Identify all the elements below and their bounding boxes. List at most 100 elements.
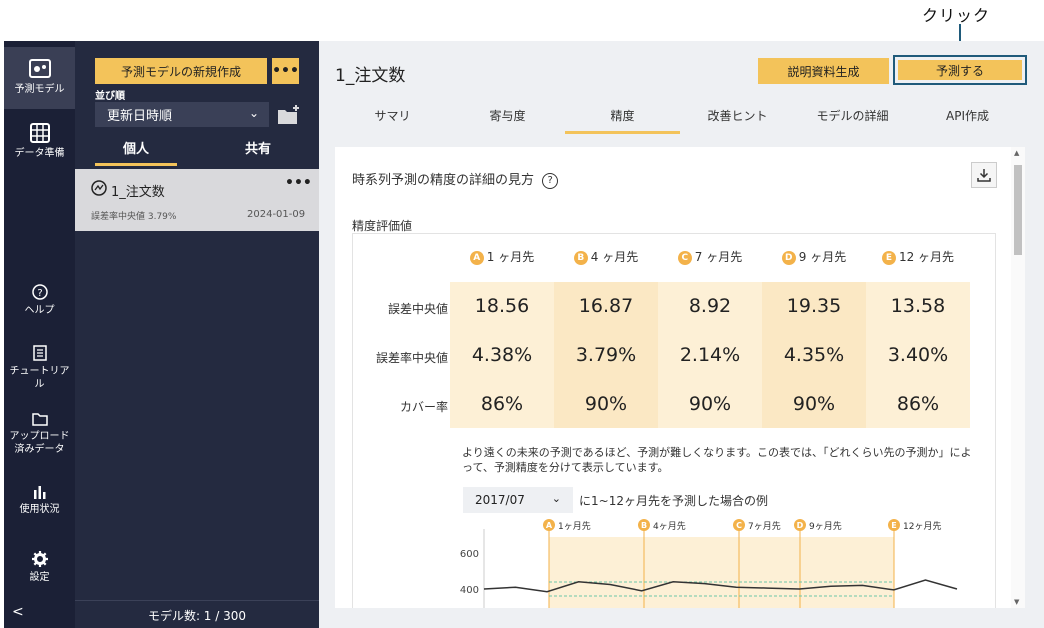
scroll-up-icon[interactable]: ▲ (1014, 149, 1019, 157)
badge-a: A (469, 250, 484, 265)
click-callout-label: クリック (922, 6, 991, 25)
nav-item-usage[interactable]: 使用状況 (4, 485, 75, 516)
accuracy-table: A1 ヶ月先 B4 ヶ月先 C7 ヶ月先 D9 ヶ月先 E 12 ヶ月先 誤差中央… (352, 233, 996, 608)
svg-text:?: ? (37, 288, 42, 299)
tab-bar: サマリ 寄与度 精度 改善ヒント モデルの詳細 API作成 (335, 107, 1025, 134)
nav-item-models[interactable]: 予測モデル (4, 47, 75, 109)
month-suffix: に1~12ヶ月先を予測した場合の例 (579, 494, 768, 508)
table-cell: 19.35 (786, 295, 842, 317)
bar-chart-icon (33, 486, 45, 499)
nav-label: 設定 (29, 572, 50, 583)
accuracy-card: 時系列予測の精度の詳細の見方 ? 精度評価値 A1 ヶ月先 B4 ヶ月先 C7 … (335, 147, 1011, 608)
tab-summary[interactable]: サマリ (335, 107, 450, 131)
chevron-down-icon: ⌄ (248, 106, 259, 120)
new-model-button[interactable]: 予測モデルの新規作成 (95, 58, 267, 84)
model-list-item[interactable]: 1_注文数 ••• 誤差率中央値 3.79% 2024-01-09 (75, 169, 319, 231)
nav-item-tutorial[interactable]: チュートリアル (4, 345, 75, 391)
help-icon: ? (31, 284, 48, 300)
nav-label: 使用状況 (19, 504, 60, 515)
model-panel: 予測モデルの新規作成 ••• 並び順 更新日時順 ⌄ 個人 共有 1_注文数 •… (75, 41, 319, 628)
time-series-icon (91, 180, 107, 196)
nav-item-data-prep[interactable]: データ準備 (4, 123, 75, 160)
marker-badge-letter: B (641, 521, 647, 530)
card-title: 時系列予測の精度の詳細の見方 ? (352, 169, 559, 189)
table-cell: 4.38% (471, 344, 533, 366)
table-cell: 4.35% (783, 344, 845, 366)
column-header: C7 ヶ月先 (658, 248, 762, 265)
badge-c: C (677, 250, 692, 265)
table-cell: 8.92 (688, 295, 732, 317)
explanation-text: より遠くの未来の予測であるほど、予測が難しくなります。この表では、「どれくらい先… (462, 446, 972, 474)
gear-icon (31, 551, 48, 567)
column-label: 7 ヶ月先 (694, 250, 743, 264)
scroll-thumb[interactable] (1014, 165, 1022, 255)
table-cell: 13.58 (890, 295, 946, 317)
nav-item-help[interactable]: ? ヘルプ (4, 284, 75, 317)
forecast-chart: 600 400 A 1ヶ月先 B 4ヶ月先 C 7ヶ月先 D 9ヶ月先 E 12ヶ月先 (460, 519, 958, 608)
table-cell: 86% (896, 393, 940, 415)
scroll-down-icon[interactable]: ▼ (1014, 598, 1019, 606)
sort-select[interactable]: 更新日時順 ⌄ (95, 102, 269, 127)
column-header: B4 ヶ月先 (554, 248, 658, 265)
marker-badge-letter: D (797, 521, 804, 530)
generate-doc-button[interactable]: 説明資料生成 (758, 58, 889, 84)
nav-label: データ準備 (14, 148, 65, 159)
column-label: 12 ヶ月先 (898, 250, 955, 264)
tab-contribution[interactable]: 寄与度 (450, 107, 565, 131)
table-cell: 90% (792, 393, 836, 415)
table-icon (29, 123, 50, 143)
model-more-button[interactable]: ••• (285, 175, 312, 191)
table-cell: 86% (480, 393, 524, 415)
tab-personal[interactable]: 個人 (95, 138, 177, 166)
tab-model-details[interactable]: モデルの詳細 (795, 107, 910, 131)
month-value: 2017/07 (475, 493, 525, 507)
marker-badge-letter: C (736, 521, 742, 530)
new-folder-icon[interactable] (277, 105, 301, 125)
marker-label: 7ヶ月先 (748, 520, 781, 532)
nav-item-settings[interactable]: 設定 (4, 551, 75, 584)
marker-badge-letter: A (546, 521, 553, 530)
model-icon (28, 59, 51, 78)
card-title-text: 時系列予測の精度の詳細の見方 (352, 173, 535, 188)
download-icon (977, 169, 991, 182)
marker-badge-letter: E (891, 521, 896, 530)
column-header: E 12 ヶ月先 (866, 248, 970, 265)
predict-button[interactable]: 予測する (898, 60, 1022, 80)
more-options-button[interactable]: ••• (272, 58, 299, 84)
sort-label: 並び順 (95, 91, 125, 102)
table-cell: 2.14% (679, 344, 741, 366)
nav-item-uploads[interactable]: アップロード済みデータ (4, 412, 75, 456)
tab-hints[interactable]: 改善ヒント (680, 107, 795, 131)
row-label-coverage: カバー率 (399, 400, 448, 414)
model-name: 1_注文数 (111, 185, 165, 200)
badge-e: E (881, 250, 896, 265)
column-label: 9 ヶ月先 (798, 250, 847, 264)
main-content: 1_注文数 説明資料生成 予測する サマリ 寄与度 精度 改善ヒント モデルの詳… (319, 41, 1044, 628)
column-label: 1 ヶ月先 (486, 250, 535, 264)
table-cell: 3.40% (887, 344, 949, 366)
row-label-median-error: 誤差中央値 (387, 302, 448, 316)
table-cell: 90% (584, 393, 628, 415)
y-tick-label: 400 (460, 585, 479, 596)
column-header: D9 ヶ月先 (762, 248, 866, 265)
vertical-scrollbar[interactable]: ▲ ▼ (1011, 147, 1025, 608)
badge-b: B (573, 250, 588, 265)
model-count: モデル数: 1 / 300 (147, 609, 247, 623)
collapse-icon[interactable]: < (12, 604, 24, 620)
tab-accuracy[interactable]: 精度 (565, 107, 680, 134)
forecast-band (549, 537, 894, 608)
model-date: 2024-01-09 (247, 209, 306, 220)
model-metric: 誤差率中央値 3.79% (91, 212, 177, 222)
tab-shared[interactable]: 共有 (217, 138, 299, 157)
row-label-median-error-rate: 誤差率中央値 (375, 351, 448, 365)
help-icon[interactable]: ? (542, 172, 559, 189)
download-button[interactable] (971, 162, 997, 188)
month-select[interactable]: 2017/07 ⌄ (463, 487, 573, 513)
table-cell: 18.56 (474, 295, 530, 317)
nav-label: 予測モデル (14, 84, 65, 95)
marker-label: 12ヶ月先 (903, 520, 941, 532)
tab-api[interactable]: API作成 (910, 107, 1025, 131)
nav-label: チュートリアル (9, 366, 70, 390)
marker-label: 4ヶ月先 (653, 520, 686, 532)
chevron-down-icon: ⌄ (551, 492, 561, 505)
